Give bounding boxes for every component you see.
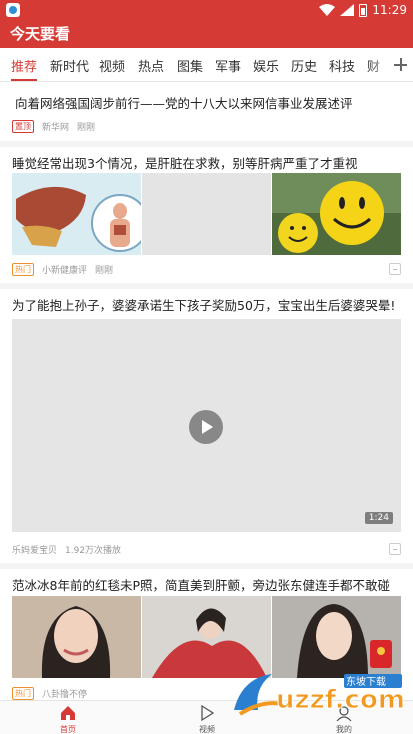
tab-new-era[interactable]: 新时代 [50, 56, 89, 75]
feed-title: 向着网络强国阔步前行——党的十八大以来网信事业发展述评 [15, 96, 353, 111]
tabs-fade [369, 48, 391, 81]
nav-label: 视频 [199, 725, 215, 734]
nav-label: 我的 [336, 725, 352, 734]
feed-time: 刚刚 [77, 123, 96, 133]
feed-item-1[interactable]: 向着网络强国阔步前行——党的十八大以来网信事业发展述评 置顶 新华网 刚刚 [0, 83, 413, 145]
home-icon [61, 706, 75, 720]
feed-meta: 热门 小新健康评 刚刚 [12, 263, 113, 276]
placeholder-image [142, 173, 271, 255]
feed-title: 范冰冰8年前的红毯未P照，简直美到肝颤，旁边张东健连手都不敢碰 [12, 578, 390, 593]
active-tab-indicator [11, 79, 37, 81]
nav-video[interactable]: 视频 [177, 704, 237, 734]
celebrity-photo-1 [12, 596, 141, 678]
battery-icon [359, 3, 368, 17]
status-bar: 11:29 [0, 0, 413, 20]
play-icon[interactable] [189, 410, 223, 444]
tab-video[interactable]: 视频 [99, 56, 125, 75]
add-channel-icon[interactable] [389, 48, 413, 81]
nav-label: 首页 [60, 725, 76, 734]
site-watermark: uzzf.com 东坡下载 [232, 670, 405, 716]
hot-badge: 热门 [12, 687, 34, 700]
hot-badge: 热门 [12, 263, 34, 276]
tab-tech[interactable]: 科技 [329, 56, 355, 75]
nav-home[interactable]: 首页 [38, 704, 98, 734]
feed-source: 新华网 [42, 123, 70, 133]
app-notification-icon [6, 3, 20, 17]
tab-recommend[interactable]: 推荐 [11, 56, 37, 75]
video-duration: 1:24 [364, 512, 393, 524]
feed-title: 睡觉经常出现3个情况，是肝脏在求救，别等肝病严重了才重视 [12, 156, 358, 171]
dismiss-icon[interactable] [389, 543, 401, 555]
celebrity-photo-2 [142, 596, 271, 678]
feed-source: 小新健康评 [42, 266, 88, 276]
dismiss-icon[interactable] [389, 263, 401, 275]
feed-source: 八卦撸不停 [42, 690, 88, 700]
status-icons: 11:29 [319, 2, 407, 18]
watermark-tag: 东坡下载 [346, 675, 386, 688]
feed-meta: 热门 八卦撸不停 [12, 687, 87, 700]
video-player[interactable]: 1:24 [12, 319, 401, 532]
watermark-text: uzzf.com [276, 685, 404, 715]
tab-gallery[interactable]: 图集 [177, 56, 203, 75]
feed-source: 乐妈爱宝贝 [12, 546, 58, 556]
category-tabs: 推荐 新时代 视频 热点 图集 军事 娱乐 历史 科技 财 [0, 48, 413, 82]
feed-title: 为了能抱上孙子，婆婆承诺生下孩子奖励50万，宝宝出生后婆婆哭晕! [12, 298, 396, 313]
feed-item-2[interactable]: 睡觉经常出现3个情况，是肝脏在求救，别等肝病严重了才重视 热门 小新健康评 刚刚 [0, 147, 413, 287]
pinned-badge: 置顶 [12, 120, 34, 133]
wifi-icon [319, 4, 336, 16]
celebrity-photo-3 [272, 596, 401, 678]
tab-hot[interactable]: 热点 [138, 56, 164, 75]
signal-icon [340, 4, 355, 16]
app-header: 今天要看 [0, 20, 413, 48]
play-icon [201, 704, 215, 722]
tab-history[interactable]: 历史 [291, 56, 317, 75]
feed-meta: 乐妈爱宝贝 1.92万次播放 [12, 543, 121, 556]
feed-time: 刚刚 [95, 266, 114, 276]
view-count: 1.92万次播放 [65, 546, 122, 556]
feed-meta: 置顶 新华网 刚刚 [12, 120, 95, 133]
tab-military[interactable]: 军事 [215, 56, 241, 75]
app-title: 今天要看 [10, 25, 71, 43]
smiley-balls-image [272, 173, 401, 255]
liver-anatomy-image [12, 173, 141, 255]
tab-entertainment[interactable]: 娱乐 [253, 56, 279, 75]
status-time: 11:29 [372, 3, 407, 17]
